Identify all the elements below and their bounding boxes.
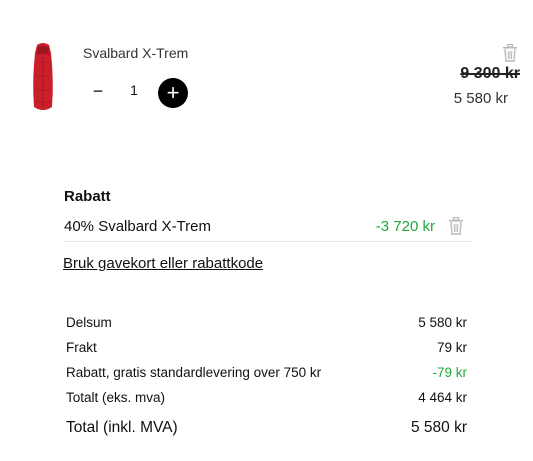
original-price: 9 300 kr: [460, 65, 520, 82]
current-price: 5 580 kr: [453, 90, 508, 107]
summary-row-shipping: Frakt 79 kr: [66, 340, 467, 360]
summary-value: 5 580 kr: [418, 315, 467, 330]
giftcard-discount-link[interactable]: Bruk gavekort eller rabattkode: [63, 255, 263, 272]
sleeping-bag-icon: [33, 43, 53, 110]
product-image: [28, 41, 58, 113]
summary-row-total-inc-vat: Total (inkl. MVA) 5 580 kr: [66, 419, 467, 439]
quantity-value: 1: [130, 82, 138, 98]
summary-row-shipping-discount: Rabatt, gratis standardlevering over 750…: [66, 365, 467, 385]
decrease-quantity-button[interactable]: −: [88, 80, 108, 102]
summary-row-subtotal: Delsum 5 580 kr: [66, 315, 467, 335]
summary-label: Frakt: [66, 340, 97, 355]
remove-product-button[interactable]: [502, 44, 520, 64]
summary-value: 79 kr: [436, 340, 467, 355]
summary-value: 5 580 kr: [410, 419, 467, 436]
discount-amount: -3 720 kr: [375, 218, 435, 235]
remove-discount-button[interactable]: [448, 217, 466, 237]
product-name: Svalbard X-Trem: [83, 45, 189, 61]
increase-quantity-button[interactable]: +: [158, 78, 188, 108]
summary-label: Delsum: [66, 315, 112, 330]
summary-value: 4 464 kr: [418, 390, 467, 405]
summary-label: Totalt (eks. mva): [66, 390, 166, 405]
summary-value: -79 kr: [432, 365, 467, 380]
discount-row: 40% Svalbard X-Trem -3 720 kr: [64, 211, 472, 242]
discount-label: 40% Svalbard X-Trem: [64, 218, 211, 235]
trash-icon: [449, 217, 463, 235]
summary-label: Rabatt, gratis standardlevering over 750…: [66, 365, 322, 380]
discount-heading: Rabatt: [64, 188, 111, 205]
trash-icon: [503, 44, 517, 62]
summary-label: Total (inkl. MVA): [66, 419, 178, 436]
summary-row-total-ex-vat: Totalt (eks. mva) 4 464 kr: [66, 390, 467, 410]
